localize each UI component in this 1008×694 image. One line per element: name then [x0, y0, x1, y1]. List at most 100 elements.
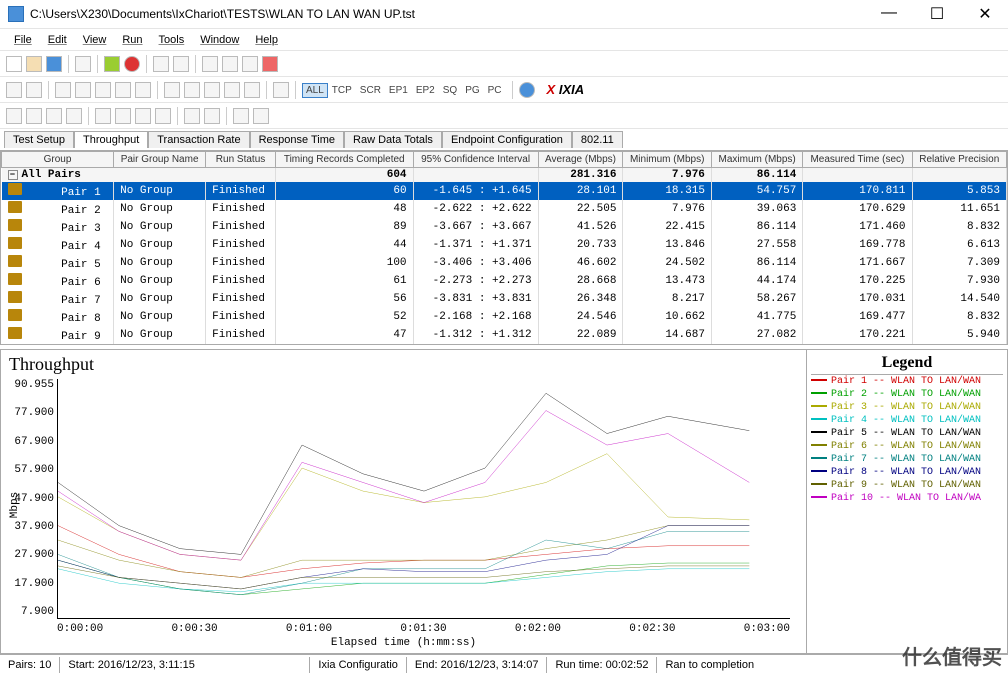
tab-test-setup[interactable]: Test Setup	[4, 131, 74, 148]
col-header[interactable]: Relative Precision	[912, 152, 1007, 168]
col-header[interactable]: Maximum (Mbps)	[711, 152, 802, 168]
tab-transaction-rate[interactable]: Transaction Rate	[148, 131, 249, 148]
legend-item[interactable]: Pair 4 -- WLAN TO LAN/WAN	[811, 414, 1003, 427]
tab-endpoint-configuration[interactable]: Endpoint Configuration	[442, 131, 572, 148]
menu-file[interactable]: File	[8, 32, 38, 48]
tab-throughput[interactable]: Throughput	[74, 131, 148, 148]
chart-icon-2[interactable]	[26, 108, 42, 124]
menu-tools[interactable]: Tools	[153, 32, 191, 48]
table-row[interactable]: Pair 2No GroupFinished48-2.622 : +2.6222…	[2, 200, 1007, 218]
app-icon	[8, 6, 24, 22]
chart-icon-1[interactable]	[6, 108, 22, 124]
minimize-button[interactable]: —	[874, 4, 904, 24]
col-header[interactable]: Minimum (Mbps)	[623, 152, 711, 168]
tab-raw-data-totals[interactable]: Raw Data Totals	[344, 131, 442, 148]
table-row[interactable]: Pair 6No GroupFinished61-2.273 : +2.2732…	[2, 272, 1007, 290]
stop-icon[interactable]	[124, 56, 140, 72]
group-icon-5[interactable]	[95, 82, 111, 98]
filter-sq[interactable]: SQ	[439, 83, 461, 98]
close-button[interactable]: ✕	[970, 4, 1000, 24]
legend-item[interactable]: Pair 3 -- WLAN TO LAN/WAN	[811, 401, 1003, 414]
chart-title: Throughput	[9, 354, 798, 375]
table-row[interactable]: Pair 8No GroupFinished52-2.168 : +2.1682…	[2, 308, 1007, 326]
chart-icon-5[interactable]	[95, 108, 111, 124]
menu-window[interactable]: Window	[194, 32, 245, 48]
table-row[interactable]: Pair 9No GroupFinished47-1.312 : +1.3122…	[2, 326, 1007, 344]
open-icon[interactable]	[26, 56, 42, 72]
chart-icon-4[interactable]	[66, 108, 82, 124]
col-header[interactable]: Pair Group Name	[114, 152, 206, 168]
menu-view[interactable]: View	[77, 32, 113, 48]
tool-icon-5[interactable]	[242, 56, 258, 72]
group-icon-10[interactable]	[204, 82, 220, 98]
group-icon-3[interactable]	[55, 82, 71, 98]
col-header[interactable]: 95% Confidence Interval	[413, 152, 538, 168]
menu-help[interactable]: Help	[249, 32, 284, 48]
table-row[interactable]: Pair 4No GroupFinished44-1.371 : +1.3712…	[2, 236, 1007, 254]
save-icon[interactable]	[46, 56, 62, 72]
group-icon-4[interactable]	[75, 82, 91, 98]
all-pairs-row[interactable]: −All Pairs604281.3167.97686.114	[2, 168, 1007, 183]
table-row[interactable]: Pair 7No GroupFinished56-3.831 : +3.8312…	[2, 290, 1007, 308]
chart-icon-3[interactable]	[46, 108, 62, 124]
filter-all[interactable]: ALL	[302, 83, 328, 98]
legend-item[interactable]: Pair 9 -- WLAN TO LAN/WAN	[811, 479, 1003, 492]
tab-802.11[interactable]: 802.11	[572, 131, 623, 148]
line-plot[interactable]: Mbps 90.95577.90067.90057.90047.90037.90…	[57, 379, 790, 619]
legend-item[interactable]: Pair 5 -- WLAN TO LAN/WAN	[811, 427, 1003, 440]
group-icon-12[interactable]	[244, 82, 260, 98]
col-header[interactable]: Group	[2, 152, 114, 168]
group-icon-2[interactable]	[26, 82, 42, 98]
chart-icon-11[interactable]	[233, 108, 249, 124]
tool-icon-4[interactable]	[222, 56, 238, 72]
legend-item[interactable]: Pair 8 -- WLAN TO LAN/WAN	[811, 466, 1003, 479]
table-row[interactable]: Pair 5No GroupFinished100-3.406 : +3.406…	[2, 254, 1007, 272]
group-icon-13[interactable]	[273, 82, 289, 98]
group-icon-9[interactable]	[184, 82, 200, 98]
chart-icon-8[interactable]	[155, 108, 171, 124]
group-icon-11[interactable]	[224, 82, 240, 98]
group-icon-1[interactable]	[6, 82, 22, 98]
new-icon[interactable]	[6, 56, 22, 72]
print-icon[interactable]	[75, 56, 91, 72]
delete-icon[interactable]	[262, 56, 278, 72]
run-icon[interactable]	[104, 56, 120, 72]
chart-icon-6[interactable]	[115, 108, 131, 124]
group-icon-8[interactable]	[164, 82, 180, 98]
col-header[interactable]: Timing Records Completed	[275, 152, 413, 168]
col-header[interactable]: Average (Mbps)	[538, 152, 623, 168]
menu-edit[interactable]: Edit	[42, 32, 73, 48]
filter-tcp[interactable]: TCP	[328, 83, 356, 98]
help-icon[interactable]	[519, 82, 535, 98]
tab-response-time[interactable]: Response Time	[250, 131, 344, 148]
menubar: FileEditViewRun ToolsWindowHelp	[0, 28, 1008, 50]
tool-icon-1[interactable]	[153, 56, 169, 72]
col-header[interactable]: Measured Time (sec)	[803, 152, 912, 168]
table-row[interactable]: Pair 1No GroupFinished60-1.645 : +1.6452…	[2, 182, 1007, 200]
col-header[interactable]: Run Status	[206, 152, 276, 168]
ixia-logo: X IXIA	[547, 82, 585, 97]
menu-run[interactable]: Run	[116, 32, 148, 48]
filter-ep1[interactable]: EP1	[385, 83, 412, 98]
chart-icon-10[interactable]	[204, 108, 220, 124]
chart-icon-12[interactable]	[253, 108, 269, 124]
filter-pg[interactable]: PG	[461, 83, 483, 98]
legend-item[interactable]: Pair 10 -- WLAN TO LAN/WA	[811, 492, 1003, 505]
chart-icon-7[interactable]	[135, 108, 151, 124]
x-axis-label: Elapsed time (h:mm:ss)	[9, 637, 798, 649]
table-row[interactable]: Pair 3No GroupFinished89-3.667 : +3.6674…	[2, 218, 1007, 236]
group-icon-6[interactable]	[115, 82, 131, 98]
filter-pc[interactable]: PC	[484, 83, 506, 98]
tool-icon-3[interactable]	[202, 56, 218, 72]
tool-icon-2[interactable]	[173, 56, 189, 72]
maximize-button[interactable]: ☐	[922, 4, 952, 24]
group-icon-7[interactable]	[135, 82, 151, 98]
legend-item[interactable]: Pair 6 -- WLAN TO LAN/WAN	[811, 440, 1003, 453]
filter-ep2[interactable]: EP2	[412, 83, 439, 98]
legend-item[interactable]: Pair 1 -- WLAN TO LAN/WAN	[811, 375, 1003, 388]
filter-scr[interactable]: SCR	[356, 83, 385, 98]
plot-lines	[58, 379, 790, 618]
legend-item[interactable]: Pair 2 -- WLAN TO LAN/WAN	[811, 388, 1003, 401]
legend-item[interactable]: Pair 7 -- WLAN TO LAN/WAN	[811, 453, 1003, 466]
chart-icon-9[interactable]	[184, 108, 200, 124]
